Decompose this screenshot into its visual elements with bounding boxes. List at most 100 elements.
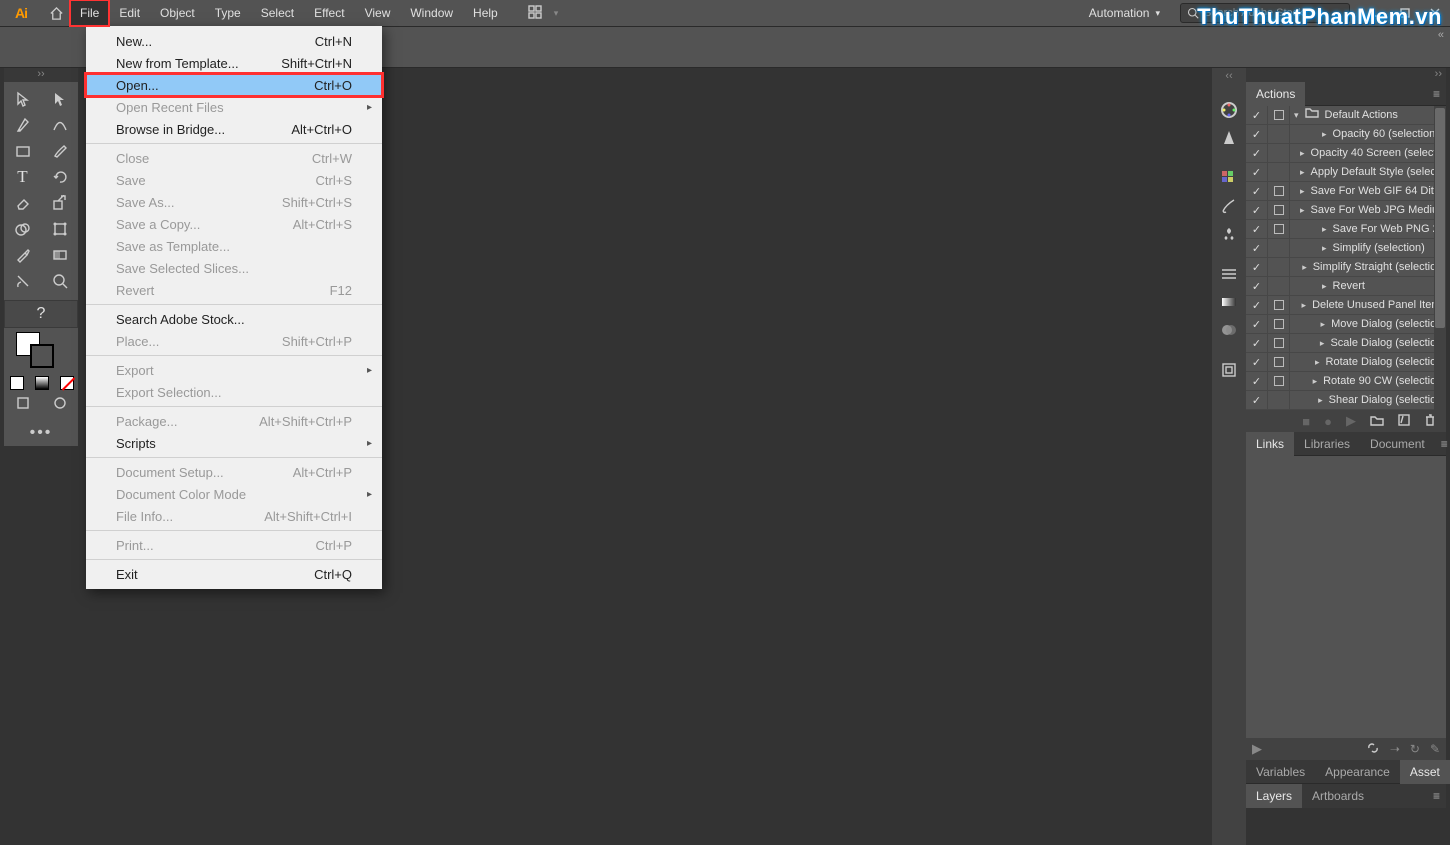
edit-original-icon[interactable]: ✎ — [1430, 742, 1440, 756]
action-row[interactable]: ▸Scale Dialog (selection) — [1246, 334, 1446, 353]
symbols-icon[interactable] — [1212, 220, 1246, 248]
menu-file[interactable]: File — [70, 0, 109, 26]
new-folder-icon[interactable] — [1370, 414, 1384, 429]
action-row[interactable]: ▸Rotate 90 CW (selection) — [1246, 372, 1446, 391]
unknown-tool[interactable]: ? — [4, 300, 78, 328]
stroke-icon[interactable] — [1212, 260, 1246, 288]
tab-variables[interactable]: Variables — [1246, 760, 1315, 784]
gradient-tool[interactable] — [41, 242, 78, 268]
slice-tool[interactable] — [4, 268, 41, 294]
tools-collapse-handle[interactable]: ›› — [4, 68, 78, 82]
file-menu-item-exit[interactable]: ExitCtrl+Q — [86, 563, 382, 585]
action-row[interactable]: ▸Rotate Dialog (selection) — [1246, 353, 1446, 372]
menu-effect[interactable]: Effect — [304, 0, 354, 26]
action-row[interactable]: ▸Revert — [1246, 277, 1446, 296]
fill-stroke-colors[interactable] — [4, 328, 78, 370]
tab-artboards[interactable]: Artboards — [1302, 784, 1374, 808]
align-icon[interactable] — [1212, 356, 1246, 384]
color-panel-icon[interactable] — [1212, 96, 1246, 124]
free-transform-tool[interactable] — [41, 216, 78, 242]
action-row[interactable]: ▸Save For Web JPG Medium — [1246, 201, 1446, 220]
stop-icon[interactable]: ■ — [1302, 414, 1310, 429]
tools-panel: ›› T — [4, 68, 78, 845]
file-menu-item-search-adobe-stock[interactable]: Search Adobe Stock... — [86, 308, 382, 330]
record-icon[interactable]: ● — [1324, 414, 1332, 429]
action-row[interactable]: ▸Simplify Straight (selection) — [1246, 258, 1446, 277]
brushes-icon[interactable] — [1212, 192, 1246, 220]
transparency-icon[interactable] — [1212, 316, 1246, 344]
selection-tool[interactable] — [4, 86, 41, 112]
action-row[interactable]: ▸Move Dialog (selection) — [1246, 315, 1446, 334]
eyedropper-tool[interactable] — [4, 242, 41, 268]
file-menu-item-export-selection: Export Selection... — [86, 381, 382, 403]
home-button[interactable] — [42, 6, 70, 21]
action-row[interactable]: ▸Save For Web PNG 24 — [1246, 220, 1446, 239]
rotate-tool[interactable] — [41, 164, 78, 190]
scale-tool[interactable] — [41, 190, 78, 216]
color-guide-icon[interactable] — [1212, 124, 1246, 152]
action-row[interactable]: ▸Save For Web GIF 64 Dith... — [1246, 182, 1446, 201]
menu-edit[interactable]: Edit — [109, 0, 150, 26]
actions-panel-menu-icon[interactable]: ≡ — [1427, 87, 1446, 101]
arrange-documents-icon[interactable] — [528, 5, 542, 22]
file-menu-item-browse-in-bridge[interactable]: Browse in Bridge...Alt+Ctrl+O — [86, 118, 382, 140]
tab-appearance[interactable]: Appearance — [1315, 760, 1400, 784]
gradient-panel-icon[interactable] — [1212, 288, 1246, 316]
panels-collapse-handle[interactable]: ›› — [1246, 68, 1446, 82]
file-menu-item-new-from-template[interactable]: New from Template...Shift+Ctrl+N — [86, 52, 382, 74]
links-panel-menu-icon[interactable]: ≡ — [1435, 437, 1450, 451]
tab-links[interactable]: Links — [1246, 432, 1294, 456]
menu-select[interactable]: Select — [251, 0, 304, 26]
new-action-icon[interactable] — [1398, 414, 1410, 429]
action-row[interactable]: ▸Opacity 60 (selection) — [1246, 125, 1446, 144]
menu-object[interactable]: Object — [150, 0, 205, 26]
draw-behind-icon[interactable] — [41, 394, 78, 412]
update-link-icon[interactable]: ↻ — [1410, 742, 1420, 756]
color-mode-solid[interactable] — [6, 374, 29, 392]
edit-toolbar-button[interactable]: ••• — [4, 422, 78, 446]
relink-icon[interactable] — [1366, 742, 1380, 757]
file-menu-item-open[interactable]: Open...Ctrl+O — [86, 74, 382, 96]
action-row[interactable]: ▸Opacity 40 Screen (selecti... — [1246, 144, 1446, 163]
action-row[interactable]: ▾Default Actions — [1246, 106, 1446, 125]
play-icon[interactable]: ▶ — [1346, 413, 1356, 429]
zoom-tool[interactable] — [41, 268, 78, 294]
type-tool[interactable]: T — [4, 164, 41, 190]
menu-help[interactable]: Help — [463, 0, 508, 26]
action-row[interactable]: ▸Delete Unused Panel Items — [1246, 296, 1446, 315]
direct-selection-tool[interactable] — [41, 86, 78, 112]
actions-scrollbar[interactable] — [1434, 106, 1446, 410]
stroke-color-swatch[interactable] — [30, 344, 54, 368]
curvature-tool[interactable] — [41, 112, 78, 138]
rectangle-tool[interactable] — [4, 138, 41, 164]
tab-actions[interactable]: Actions — [1246, 82, 1305, 106]
collapse-options-icon[interactable]: « — [1438, 29, 1444, 41]
tab-asset-export[interactable]: Asset Export — [1400, 760, 1450, 784]
action-row[interactable]: ▸Simplify (selection) — [1246, 239, 1446, 258]
menu-type[interactable]: Type — [205, 0, 251, 26]
action-row[interactable]: ▸Shear Dialog (selection) — [1246, 391, 1446, 410]
tab-libraries[interactable]: Libraries — [1294, 432, 1360, 456]
trash-icon[interactable] — [1424, 414, 1436, 429]
workspace-switcher[interactable]: Automation▾ — [1079, 6, 1170, 20]
menu-window[interactable]: Window — [400, 0, 463, 26]
goto-link-icon[interactable]: ➝ — [1390, 742, 1400, 756]
tab-document-info[interactable]: Document Info — [1360, 432, 1435, 456]
asset-export-tabs: Variables Appearance Asset Export ≡ — [1246, 760, 1446, 784]
file-menu-item-new[interactable]: New...Ctrl+N — [86, 30, 382, 52]
action-row[interactable]: ▸Apply Default Style (select... — [1246, 163, 1446, 182]
pen-tool[interactable] — [4, 112, 41, 138]
swatches-icon[interactable] — [1212, 164, 1246, 192]
eraser-tool[interactable] — [4, 190, 41, 216]
paintbrush-tool[interactable] — [41, 138, 78, 164]
shape-builder-tool[interactable] — [4, 216, 41, 242]
menu-view[interactable]: View — [355, 0, 401, 26]
links-show-info-icon[interactable]: ▶ — [1252, 741, 1262, 757]
draw-normal-icon[interactable] — [4, 394, 41, 412]
color-mode-none[interactable] — [55, 374, 78, 392]
file-menu-item-scripts[interactable]: Scripts▸ — [86, 432, 382, 454]
dock-collapse-handle[interactable]: ‹‹ — [1225, 70, 1232, 84]
color-mode-gradient[interactable] — [31, 374, 54, 392]
layers-menu-icon[interactable]: ≡ — [1427, 789, 1446, 803]
tab-layers[interactable]: Layers — [1246, 784, 1302, 808]
